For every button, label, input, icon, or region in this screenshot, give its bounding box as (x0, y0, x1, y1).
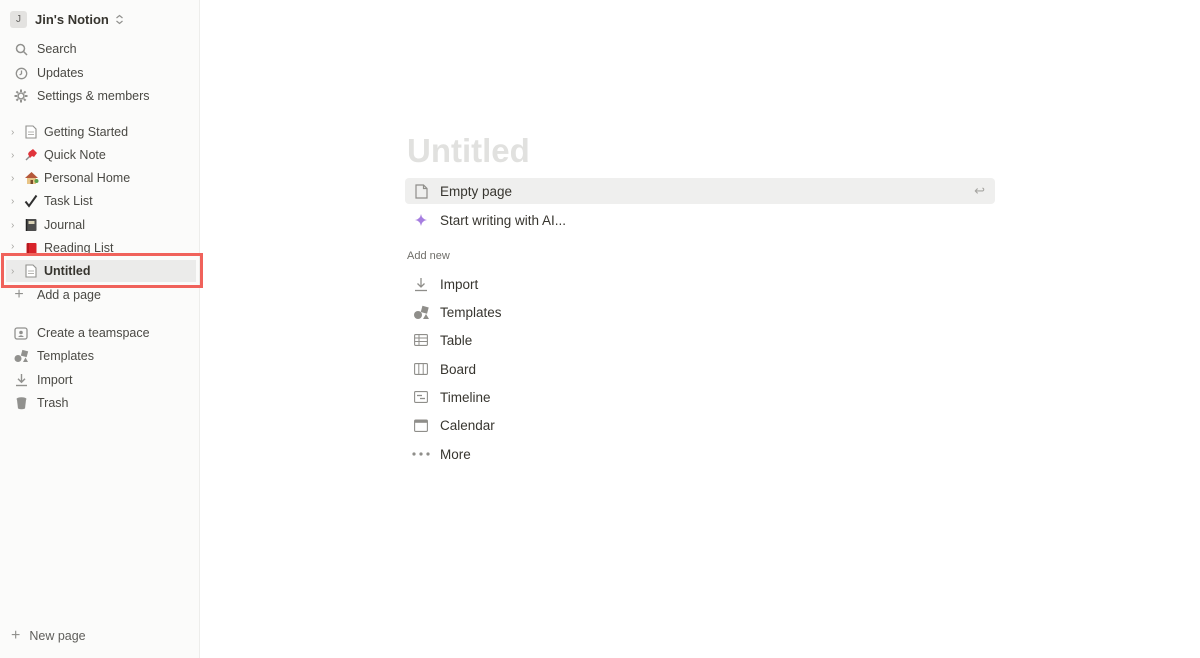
add-new-templates[interactable]: Templates (405, 299, 995, 325)
sidebar-item-label: Search (37, 42, 77, 56)
checkmark-icon (23, 193, 39, 209)
add-page-label: Add a page (37, 288, 101, 302)
highlight-annotation-box (1, 253, 203, 288)
add-new-calendar[interactable]: Calendar (405, 412, 995, 438)
add-new-import[interactable]: Import (405, 271, 995, 297)
add-new-more[interactable]: More (405, 441, 995, 467)
search-icon (13, 41, 29, 57)
sidebar-item-templates[interactable]: Templates (0, 345, 200, 367)
red-book-icon (23, 241, 39, 253)
page-icon (412, 182, 430, 200)
ai-writing-option[interactable]: Start writing with AI... (405, 207, 995, 233)
plus-icon: + (11, 627, 21, 644)
option-label: Templates (440, 304, 502, 320)
download-icon (13, 372, 29, 388)
new-page-button[interactable]: + New page (11, 628, 86, 644)
sidebar-page-task-list[interactable]: › Task List (0, 190, 200, 212)
sidebar-page-label: Task List (44, 194, 93, 208)
sidebar-page-reading-list[interactable]: › Reading List (0, 237, 200, 253)
chevron-up-down-icon (115, 14, 123, 24)
option-label: More (440, 446, 471, 462)
sidebar-page-journal[interactable]: › Journal (0, 214, 200, 236)
trash-icon (13, 395, 29, 411)
add-new-timeline[interactable]: Timeline (405, 384, 995, 410)
sidebar-page-label: Personal Home (44, 171, 131, 185)
sidebar: J Jin's Notion Search Updates Settings &… (0, 0, 200, 658)
sidebar-page-label: Reading List (44, 241, 114, 253)
chevron-right-icon[interactable]: › (11, 150, 21, 161)
download-icon (412, 275, 430, 293)
sidebar-item-label: Import (37, 373, 73, 387)
timeline-icon (412, 388, 430, 406)
sidebar-page-label: Getting Started (44, 125, 129, 139)
page-title[interactable]: Untitled (407, 132, 530, 170)
chevron-right-icon[interactable]: › (11, 127, 21, 138)
sidebar-item-trash[interactable]: Trash (0, 392, 200, 414)
sparkle-icon (412, 211, 430, 229)
option-label: Table (440, 332, 473, 348)
sidebar-item-settings[interactable]: Settings & members (0, 85, 200, 107)
empty-page-option[interactable]: Empty page ↩ (405, 178, 995, 204)
sidebar-item-label: Trash (37, 396, 69, 410)
sidebar-page-quick-note[interactable]: › Quick Note (0, 144, 200, 166)
notebook-icon (23, 217, 39, 233)
workspace-name: Jin's Notion (35, 11, 109, 27)
sidebar-item-label: Templates (37, 349, 94, 363)
calendar-icon (412, 416, 430, 434)
sidebar-item-search[interactable]: Search (0, 38, 200, 60)
board-icon (412, 360, 430, 378)
add-new-board[interactable]: Board (405, 356, 995, 382)
sidebar-page-getting-started[interactable]: › Getting Started (0, 121, 200, 143)
option-label: Timeline (440, 389, 491, 405)
sidebar-item-label: Create a teamspace (37, 326, 150, 340)
chevron-right-icon[interactable]: › (11, 173, 21, 184)
sidebar-page-personal-home[interactable]: › Personal Home (0, 167, 200, 189)
page-icon (23, 124, 39, 140)
option-label: Start writing with AI... (440, 212, 567, 228)
gear-icon (13, 88, 29, 104)
sidebar-page-label: Quick Note (44, 148, 106, 162)
workspace-avatar: J (10, 10, 27, 28)
ellipsis-icon (412, 445, 430, 463)
workspace-switcher[interactable]: J Jin's Notion (10, 9, 124, 29)
option-label: Import (440, 276, 479, 292)
plus-icon: + (14, 286, 24, 303)
table-icon (412, 331, 430, 349)
chevron-right-icon[interactable]: › (11, 220, 21, 231)
chevron-right-icon[interactable]: › (11, 196, 21, 207)
option-label: Board (440, 361, 477, 377)
sidebar-item-import[interactable]: Import (0, 369, 200, 391)
teamspace-icon (13, 325, 29, 341)
house-icon (23, 170, 39, 186)
sidebar-item-updates[interactable]: Updates (0, 62, 200, 84)
sidebar-item-label: Settings & members (37, 89, 150, 103)
clock-icon (13, 65, 29, 81)
enter-key-icon: ↩ (974, 183, 985, 198)
chevron-right-icon[interactable]: › (11, 241, 21, 252)
option-label: Empty page (440, 183, 513, 199)
sidebar-page-label: Journal (44, 218, 85, 232)
shapes-icon (13, 348, 29, 364)
shapes-icon (412, 303, 430, 321)
new-page-label: New page (29, 629, 86, 643)
add-new-table[interactable]: Table (405, 327, 995, 353)
option-label: Calendar (440, 417, 495, 433)
sidebar-item-label: Updates (37, 66, 84, 80)
pushpin-icon (23, 147, 39, 163)
add-new-heading: Add new (407, 250, 450, 262)
sidebar-item-create-teamspace[interactable]: Create a teamspace (0, 322, 200, 344)
